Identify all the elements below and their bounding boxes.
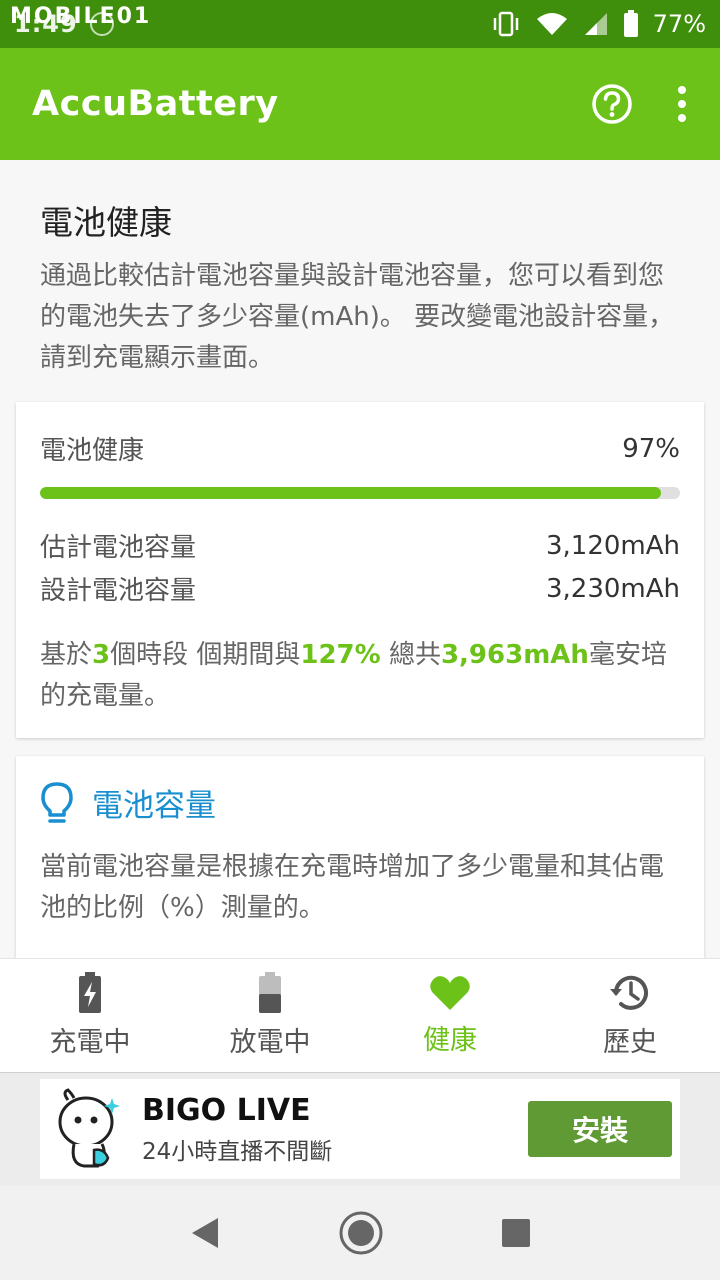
intro-section: 電池健康 通過比較估計電池容量與設計電池容量，您可以看到您的電池失去了多少容量(…: [0, 160, 720, 379]
back-icon[interactable]: [188, 1216, 222, 1250]
capacity-header: 電池容量: [40, 780, 680, 825]
battery-health-card: 電池健康 97% 估計電池容量 3,120mAh 設計電池容量 3,230mAh…: [16, 402, 704, 738]
install-button[interactable]: 安裝: [528, 1101, 672, 1157]
signal-icon: [584, 13, 607, 35]
design-capacity-label: 設計電池容量: [40, 576, 197, 606]
nav-tab-discharging[interactable]: 放電中: [180, 959, 360, 1072]
wifi-icon: [536, 13, 567, 35]
battery-icon: [623, 10, 638, 37]
estimated-capacity-row: 估計電池容量 3,120mAh: [40, 527, 680, 564]
summary-sessions: 3: [92, 640, 111, 670]
intro-title: 電池健康: [40, 203, 172, 242]
app-title: AccuBattery: [32, 84, 279, 124]
watermark: MOBILE01: [10, 4, 152, 29]
bigo-mascot-icon: [58, 1088, 120, 1168]
battery-percent: 77%: [652, 10, 706, 38]
health-summary: 基於3個時段 個期間與127% 總共3,963mAh毫安培的充電量。: [40, 635, 680, 717]
summary-total: 3,963mAh: [440, 640, 589, 670]
estimated-capacity-label: 估計電池容量: [40, 533, 197, 563]
status-icons: 77%: [491, 10, 706, 38]
heart-icon: [430, 976, 470, 1010]
nav-label: 健康: [423, 1025, 477, 1056]
health-row: 電池健康 97%: [40, 430, 680, 467]
content-area[interactable]: 電池健康 通過比較估計電池容量與設計電池容量，您可以看到您的電池失去了多少容量(…: [0, 160, 720, 958]
ad-subtitle: 24小時直播不間斷: [142, 1138, 333, 1165]
battery-discharging-icon: [259, 972, 281, 1013]
more-vertical-icon[interactable]: [676, 84, 688, 124]
nav-tab-health[interactable]: 健康: [360, 959, 540, 1072]
intro-text: 通過比較估計電池容量與設計電池容量，您可以看到您的電池失去了多少容量(mAh)。…: [40, 261, 675, 373]
lightbulb-icon: [41, 781, 73, 823]
home-icon[interactable]: [338, 1210, 384, 1256]
ad-text: BIGO LIVE 24小時直播不間斷: [142, 1093, 332, 1166]
ad-banner: BIGO LIVE 24小時直播不間斷 安裝: [0, 1072, 720, 1186]
history-icon: [610, 975, 648, 1010]
nav-label: 歷史: [603, 1027, 657, 1058]
nav-label: 充電中: [49, 1027, 131, 1058]
recents-icon[interactable]: [500, 1217, 532, 1249]
summary-text: 基於: [40, 640, 93, 670]
vibrate-icon: [493, 11, 518, 37]
battery-charging-icon: [79, 972, 101, 1013]
nav-tab-charging[interactable]: 充電中: [0, 959, 180, 1072]
summary-percent: 127%: [300, 640, 381, 670]
system-nav-bar: [0, 1186, 720, 1280]
status-bar: 1:49 MOBILE01 77%: [0, 0, 720, 48]
app-actions: [590, 82, 688, 126]
help-circle-icon[interactable]: [590, 82, 634, 126]
bigo-logo: [40, 1079, 136, 1179]
health-value: 97%: [622, 433, 680, 464]
estimated-capacity-value: 3,120mAh: [545, 530, 680, 561]
capacity-text: 當前電池容量是根據在充電時增加了多少電量和其佔電池的比例（%）測量的。: [40, 852, 665, 923]
design-capacity-value: 3,230mAh: [545, 573, 680, 604]
app-bar: AccuBattery: [0, 48, 720, 160]
summary-text: 總共: [380, 640, 441, 670]
bottom-nav: 充電中 放電中 健康 歷史: [0, 958, 720, 1072]
summary-text: 個時段 個期間與: [110, 640, 301, 670]
ad-content[interactable]: BIGO LIVE 24小時直播不間斷 安裝: [40, 1079, 680, 1179]
design-capacity-row: 設計電池容量 3,230mAh: [40, 570, 680, 607]
health-progress-bar: [40, 487, 680, 499]
nav-tab-history[interactable]: 歷史: [540, 959, 720, 1072]
ad-title: BIGO LIVE: [142, 1092, 311, 1128]
health-label: 電池健康: [40, 436, 145, 466]
capacity-title: 電池容量: [92, 788, 216, 824]
battery-capacity-card: 電池容量 當前電池容量是根據在充電時增加了多少電量和其佔電池的比例（%）測量的。: [16, 756, 704, 958]
health-progress-fill: [40, 487, 661, 499]
nav-label: 放電中: [229, 1027, 311, 1058]
